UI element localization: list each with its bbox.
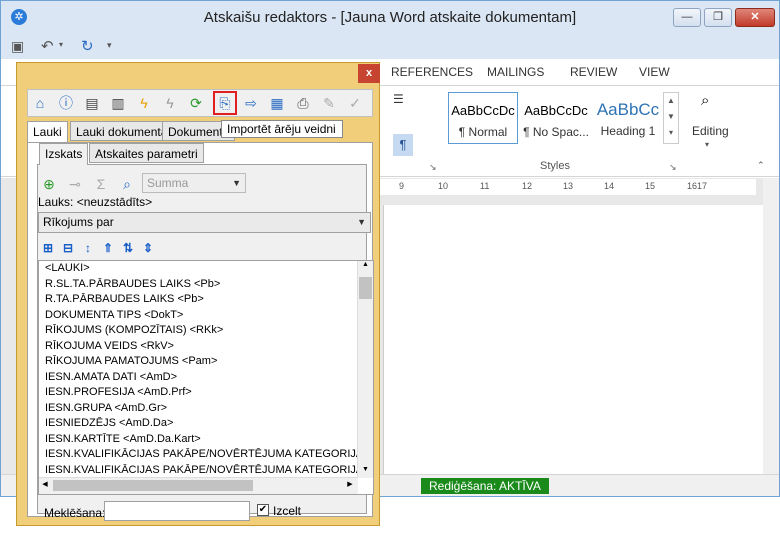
field-rows: <LAUKI> R.SL.TA.PĀRBAUDES LAIKS <Pb> R.TA.… xyxy=(39,261,373,478)
search-label: Meklēšana: xyxy=(44,506,106,520)
list-horizontal-scrollbar[interactable]: ◀ ▶ xyxy=(39,477,358,494)
scroll-left-icon[interactable]: ◀ xyxy=(39,480,51,488)
tab-references[interactable]: REFERENCES xyxy=(391,65,473,79)
chevron-down-icon: ▼ xyxy=(357,217,366,227)
highlight-checkbox[interactable]: ✔ xyxy=(257,504,269,516)
link-icon: ⊸ xyxy=(69,176,81,192)
restore-button[interactable]: ❐ xyxy=(704,8,732,27)
save-icon[interactable]: ▤ xyxy=(83,94,101,112)
list-item[interactable]: IESN.GRUPA <AmD.Gr> xyxy=(39,401,373,417)
tab-lauki-dokumenta[interactable]: Lauki dokumentā xyxy=(70,121,174,141)
style-heading-1[interactable]: AaBbCc Heading 1 xyxy=(594,92,662,144)
list-item[interactable]: IESN.PROFESIJA <AmD.Prf> xyxy=(39,385,373,401)
dialog-close-button[interactable]: x xyxy=(358,64,380,83)
list-vertical-scrollbar[interactable]: ▲ ▼ xyxy=(357,261,373,478)
lightning-disabled-icon: ϟ xyxy=(166,95,174,111)
izskats-panel: Izskats Atskaites parametri ⊕ ⊸ Σ ⌕ Summ… xyxy=(37,143,374,521)
editing-button[interactable]: Editing xyxy=(692,124,729,138)
list-item[interactable]: IESN.KVALIFIKĀCIJAS PAKĀPE/NOVĒRTĒJUMA K… xyxy=(39,447,373,463)
redo-icon[interactable]: ↻ xyxy=(81,37,94,55)
list-item[interactable]: IESN.AMATA DATI <AmD> xyxy=(39,370,373,386)
customize-qat-icon[interactable]: ▾ xyxy=(107,40,112,51)
list-indent-icon[interactable]: ☰ xyxy=(393,92,404,106)
list-item[interactable]: RĪKOJUMS (KOMPOZĪTAIS) <RKk> xyxy=(39,323,373,339)
pin-icon: ✎ xyxy=(323,95,335,111)
document-scrollbar[interactable] xyxy=(763,178,779,474)
move-up-icon[interactable]: ⇑ xyxy=(100,240,116,256)
tree-collapse-icon[interactable]: ⊟ xyxy=(60,240,76,256)
field-label: Lauks: <neuzstādīts> xyxy=(38,195,153,209)
scroll-thumb[interactable] xyxy=(359,277,372,299)
paragraph-launcher-icon[interactable]: ↘ xyxy=(429,162,437,173)
styles-launcher-icon[interactable]: ↘ xyxy=(669,162,677,173)
list-item[interactable]: IESNIEDZĒJS <AmD.Da> xyxy=(39,416,373,432)
list-item[interactable]: R.TA.PĀRBAUDES LAIKS <Pb> xyxy=(39,292,373,308)
window-title: Atskaišu redaktors - [Jauna Word atskait… xyxy=(203,9,577,26)
scroll-down-icon[interactable]: ▼ xyxy=(358,466,373,478)
minimize-button[interactable]: — xyxy=(673,8,701,27)
save-as-icon[interactable]: ▥ xyxy=(109,94,127,112)
refresh-icon[interactable]: ⟳ xyxy=(187,94,205,112)
list-item[interactable]: IESN.KARTĪTE <AmD.Da.Kart> xyxy=(39,432,373,448)
sort-za-icon[interactable]: ⇅ xyxy=(120,240,136,256)
tree-expand-icon[interactable]: ⊞ xyxy=(40,240,56,256)
highlight-label: Izcelt xyxy=(273,504,302,518)
home-icon[interactable]: ⌂ xyxy=(31,94,49,112)
quick-access-toolbar: ▣ ↶ ▾ ↻ ▾ xyxy=(1,35,779,59)
h-scroll-thumb[interactable] xyxy=(53,480,253,491)
scroll-up-icon[interactable]: ▲ xyxy=(358,261,373,273)
list-item[interactable]: RĪKOJUMA VEIDS <RkV> xyxy=(39,339,373,355)
field-list[interactable]: <LAUKI> R.SL.TA.PĀRBAUDES LAIKS <Pb> R.TA.… xyxy=(38,260,374,495)
dialog-toolbar: ⌂ ⓘ ▤ ▥ ϟ ϟ ⟳ ⎘ ⇨ ▦ ⎙ ✎ ✓ xyxy=(27,89,373,117)
list-item[interactable]: <LAUKI> xyxy=(39,261,373,277)
list-item[interactable]: RĪKOJUMA PAMATOJUMS <Pam> xyxy=(39,354,373,370)
lightning-icon[interactable]: ϟ xyxy=(135,94,153,112)
tab-review[interactable]: REVIEW xyxy=(570,65,617,79)
list-item[interactable]: IESN.KVALIFIKĀCIJAS PAKĀPE/NOVĒRTĒJUMA K… xyxy=(39,463,373,479)
horizontal-ruler: 9 10 11 12 13 14 15 16 17 xyxy=(376,179,756,195)
import-tooltip: Importēt ārēju veidni xyxy=(221,120,343,138)
style-no-spacing[interactable]: AaBbCcDc ¶ No Spac... xyxy=(520,92,592,144)
summa-select: Summa ▼ xyxy=(142,173,246,193)
move-down-icon[interactable]: ⇕ xyxy=(140,240,156,256)
scroll-right-icon[interactable]: ▶ xyxy=(344,480,356,488)
editing-dropdown-icon[interactable]: ▾ xyxy=(705,140,709,149)
save-icon[interactable]: ▣ xyxy=(11,38,24,55)
collapse-ribbon-icon[interactable]: ⌃ xyxy=(757,160,765,171)
word-doc-icon[interactable]: ▦ xyxy=(268,94,286,112)
close-button[interactable]: ✕ xyxy=(735,8,775,27)
report-type-select[interactable]: Rīkojums par ▼ xyxy=(38,212,371,233)
tab-mailings[interactable]: MAILINGS xyxy=(487,65,544,79)
styles-scroll[interactable]: ▲ ▼ ▾ xyxy=(663,92,679,144)
add-field-icon[interactable]: ⊕ xyxy=(40,175,58,193)
title-bar: ✲ Atskaišu redaktors - [Jauna Word atska… xyxy=(1,1,779,35)
list-item[interactable]: R.SL.TA.PĀRBAUDES LAIKS <Pb> xyxy=(39,277,373,293)
undo-icon[interactable]: ↶ xyxy=(41,37,54,55)
info-icon[interactable]: ⓘ xyxy=(57,94,75,112)
pilcrow-icon[interactable]: ¶ xyxy=(393,134,413,156)
editing-status: Rediģēšana: AKTĪVA xyxy=(421,478,549,494)
binoculars-icon[interactable]: ⌕ xyxy=(701,92,709,109)
import-template-icon[interactable]: ⎘ xyxy=(213,91,237,115)
style-normal[interactable]: AaBbCcDc ¶ Normal xyxy=(448,92,518,144)
search-input[interactable] xyxy=(104,501,250,521)
document-page[interactable] xyxy=(383,205,764,474)
styles-group-label: Styles xyxy=(540,160,570,172)
tab-view[interactable]: VIEW xyxy=(639,65,670,79)
tab-atskaites-parametri[interactable]: Atskaites parametri xyxy=(89,143,204,163)
sum-icon: Σ xyxy=(96,176,106,192)
print-icon[interactable]: ⎙ xyxy=(294,94,312,112)
binoculars-icon[interactable]: ⌕ xyxy=(118,175,136,193)
tab-izskats[interactable]: Izskats xyxy=(39,143,89,165)
export-icon[interactable]: ⇨ xyxy=(242,94,260,112)
list-item[interactable]: DOKUMENTA TIPS <DokT> xyxy=(39,308,373,324)
check-icon: ✓ xyxy=(349,95,361,111)
chevron-down-icon: ▼ xyxy=(232,178,241,188)
tab-lauki[interactable]: Lauki xyxy=(27,121,68,143)
undo-dropdown-icon[interactable]: ▾ xyxy=(59,40,63,49)
sort-az-icon[interactable]: ↕ xyxy=(80,240,96,256)
